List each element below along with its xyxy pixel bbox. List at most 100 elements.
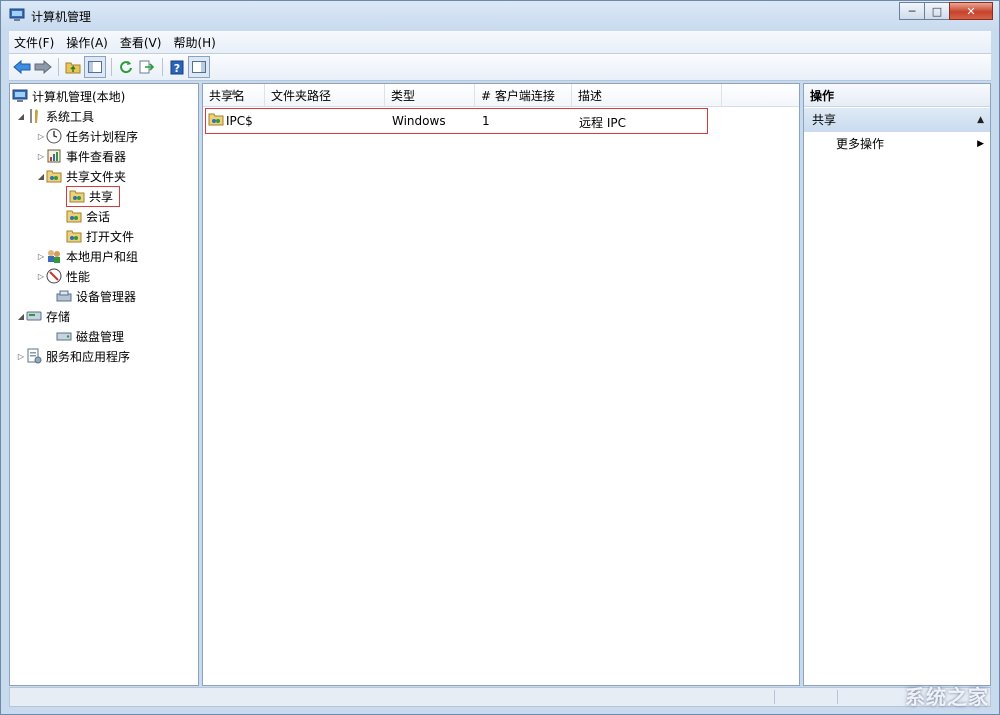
tree-item-open-files[interactable]: 打开文件	[66, 226, 134, 246]
expanded-icon[interactable]: ◢	[16, 312, 26, 321]
toolbar-separator	[58, 58, 59, 76]
tree-item-shared-folders[interactable]: ◢ 共享文件夹	[36, 166, 126, 186]
collapsed-icon[interactable]: ▷	[36, 152, 46, 161]
clock-icon	[46, 128, 62, 144]
app-window: 计算机管理 ─ □ ✕ 文件(F) 操作(A) 查看(V) 帮助(H) ? 计算…	[0, 0, 1000, 715]
shared-folder-icon	[46, 168, 62, 184]
export-list-icon[interactable]	[137, 57, 157, 77]
toolbar-separator	[162, 58, 163, 76]
cell-description: 远程 IPC	[579, 116, 626, 130]
computer-management-icon	[12, 88, 28, 104]
sort-ascending-icon: ▲	[231, 87, 238, 96]
tree-item-shares[interactable]: 共享	[56, 185, 121, 207]
cell-client-connections: 1	[482, 114, 490, 128]
up-folder-icon[interactable]	[63, 57, 83, 77]
menu-file[interactable]: 文件(F)	[9, 34, 59, 51]
refresh-icon[interactable]	[116, 57, 136, 77]
expanded-icon[interactable]: ◢	[16, 112, 26, 121]
services-icon	[26, 348, 42, 364]
tree-item-event-viewer[interactable]: ▷ 事件查看器	[36, 146, 126, 166]
list-header: ▲ 共享名 文件夹路径 类型 # 客户端连接 描述	[203, 84, 799, 107]
status-bar	[9, 687, 991, 707]
status-divider	[837, 690, 838, 704]
maximize-button[interactable]: □	[924, 2, 950, 20]
tree-item-label: 本地用户和组	[66, 249, 139, 264]
tree-item-label: 磁盘管理	[76, 329, 125, 344]
menu-action[interactable]: 操作(A)	[61, 34, 113, 51]
users-icon	[46, 248, 62, 264]
tree-item-local-users-groups[interactable]: ▷ 本地用户和组	[36, 246, 138, 266]
toolbar-separator	[111, 58, 112, 76]
tree-item-task-scheduler[interactable]: ▷ 任务计划程序	[36, 126, 138, 146]
tree-item-root[interactable]: 计算机管理(本地)	[12, 86, 125, 106]
column-header-type[interactable]: 类型	[385, 84, 475, 106]
tree-item-system-tools[interactable]: ◢ 系统工具	[16, 106, 94, 126]
actions-pane: 操作 共享 ▲ 更多操作 ▶	[803, 83, 991, 686]
collapsed-icon[interactable]: ▷	[36, 272, 46, 281]
collapsed-icon[interactable]: ▷	[36, 132, 46, 141]
tools-icon	[26, 108, 42, 124]
toolbar: ?	[9, 54, 991, 81]
menu-bar: 文件(F) 操作(A) 查看(V) 帮助(H)	[9, 31, 991, 54]
show-hide-action-pane-icon[interactable]	[188, 56, 210, 78]
window-title: 计算机管理	[31, 10, 92, 24]
submenu-arrow-icon: ▶	[977, 139, 984, 149]
tree-item-label: 共享文件夹	[66, 169, 127, 184]
column-header-description[interactable]: 描述	[572, 84, 722, 106]
collapsed-icon[interactable]: ▷	[16, 352, 26, 361]
storage-icon	[26, 308, 42, 324]
expanded-icon[interactable]: ◢	[36, 172, 46, 181]
tree-item-disk-management[interactable]: 磁盘管理	[46, 326, 124, 346]
device-manager-icon	[56, 288, 72, 304]
status-divider	[774, 690, 775, 704]
shared-folder-icon	[66, 228, 82, 244]
shared-folder-icon	[69, 188, 85, 204]
disk-icon	[56, 328, 72, 344]
svg-text:?: ?	[174, 62, 180, 75]
column-header-share-name[interactable]: ▲ 共享名	[203, 84, 265, 106]
column-header-folder-path[interactable]: 文件夹路径	[265, 84, 385, 106]
tree-item-label: 共享	[89, 189, 114, 204]
computer-management-icon	[9, 8, 25, 22]
more-actions-item[interactable]: 更多操作 ▶	[804, 134, 990, 154]
event-viewer-icon	[46, 148, 62, 164]
column-header-client-connections[interactable]: # 客户端连接	[475, 84, 572, 106]
help-icon[interactable]: ?	[167, 57, 187, 77]
shares-list[interactable]: ▲ 共享名 文件夹路径 类型 # 客户端连接 描述 IPC$ Windows 1…	[202, 83, 800, 686]
console-tree[interactable]: 计算机管理(本地) ◢ 系统工具 ▷ 任务计划程序 ▷ 事件查看器 ◢ 共享文件…	[9, 83, 199, 686]
tree-item-label: 任务计划程序	[66, 129, 139, 144]
title-bar[interactable]: 计算机管理 ─ □ ✕	[1, 1, 999, 31]
back-icon[interactable]	[12, 57, 32, 77]
actions-section-shares[interactable]: 共享 ▲	[804, 108, 990, 132]
tree-item-label: 服务和应用程序	[46, 349, 131, 364]
selected-node-highlight: 共享	[66, 185, 121, 207]
menu-help[interactable]: 帮助(H)	[168, 34, 220, 51]
tree-item-device-manager[interactable]: 设备管理器	[46, 286, 136, 306]
collapse-section-icon[interactable]: ▲	[977, 108, 984, 132]
menu-view[interactable]: 查看(V)	[115, 34, 167, 51]
watermark-logo: 系统之家	[905, 685, 989, 709]
close-button[interactable]: ✕	[949, 2, 993, 20]
tree-item-label: 事件查看器	[66, 149, 127, 164]
performance-icon	[46, 268, 62, 284]
forward-icon[interactable]	[33, 57, 53, 77]
tree-item-performance[interactable]: ▷ 性能	[36, 266, 90, 286]
tree-item-label: 存储	[46, 309, 71, 324]
cell-share-name: IPC$	[226, 114, 253, 128]
minimize-button[interactable]: ─	[899, 2, 925, 20]
shared-folder-icon	[66, 208, 82, 224]
collapsed-icon[interactable]: ▷	[36, 252, 46, 261]
tree-item-storage[interactable]: ◢ 存储	[16, 306, 70, 326]
tree-item-label: 设备管理器	[76, 289, 137, 304]
tree-item-label: 计算机管理(本地)	[32, 89, 126, 104]
tree-item-label: 系统工具	[46, 109, 95, 124]
tree-item-sessions[interactable]: 会话	[66, 206, 110, 226]
actions-title: 操作	[804, 84, 990, 107]
table-row[interactable]: IPC$ Windows 1 远程 IPC	[205, 108, 708, 134]
tree-item-label: 性能	[66, 269, 91, 284]
share-icon	[208, 112, 224, 129]
show-hide-console-tree-icon[interactable]	[84, 56, 106, 78]
tree-item-services-applications[interactable]: ▷ 服务和应用程序	[16, 346, 130, 366]
tree-item-label: 会话	[86, 209, 111, 224]
cell-type: Windows	[392, 114, 446, 128]
